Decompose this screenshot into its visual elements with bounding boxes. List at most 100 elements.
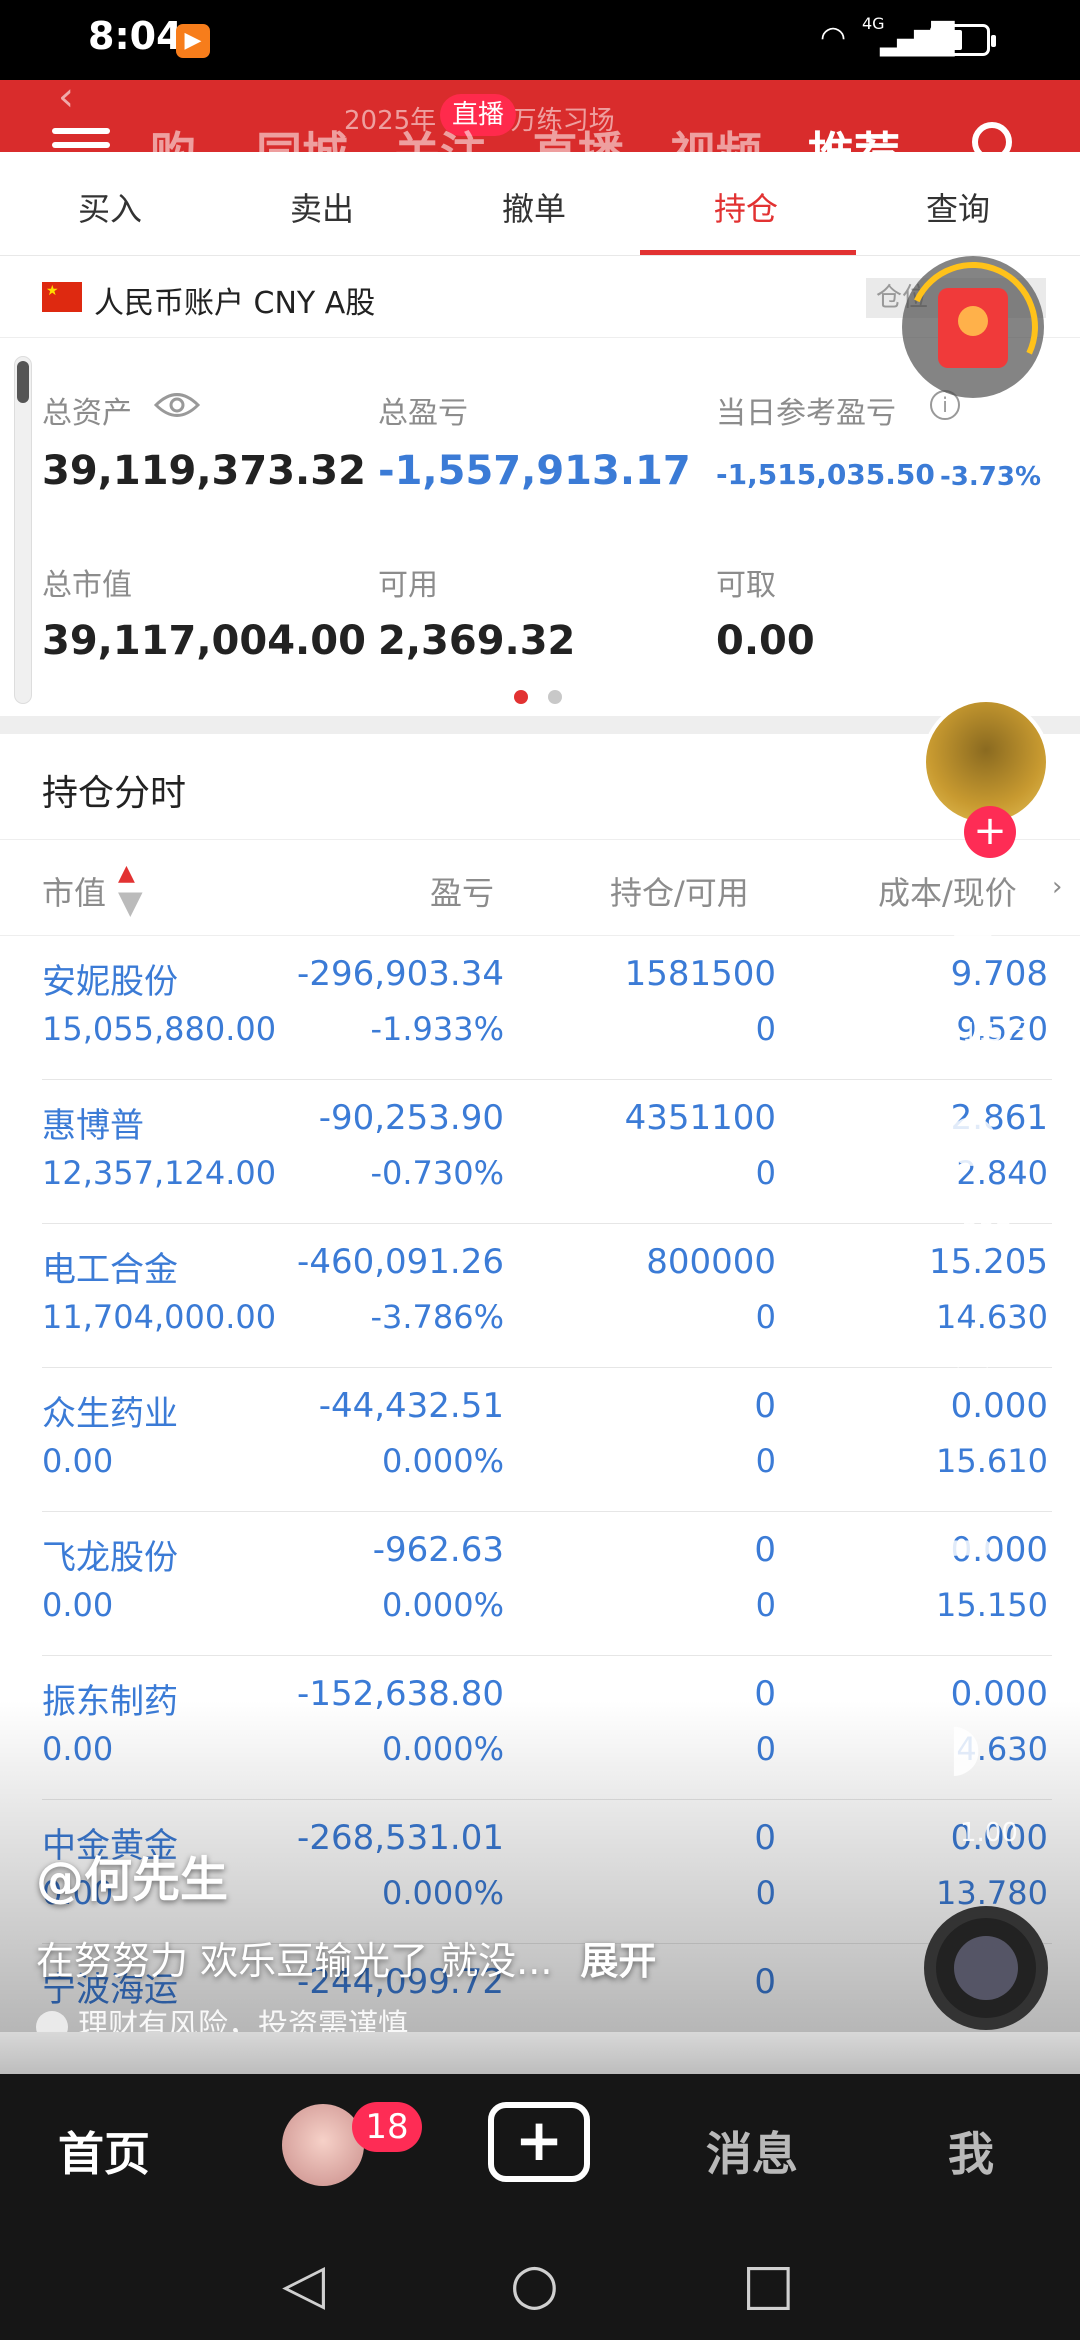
stock-market-value: 15,055,880.00 (42, 1010, 277, 1048)
total-pl-value: -1,557,913.17 (378, 448, 691, 494)
stock-market-value: 0.00 (42, 1442, 114, 1480)
stock-available: 0 (755, 1442, 776, 1480)
market-value-value: 39,117,004.00 (42, 618, 366, 664)
daily-pl-label: 当日参考盈亏 (716, 396, 896, 431)
stock-name: 安妮股份 (42, 962, 178, 1002)
account-label: 人民币账户 CNY A股 (94, 286, 376, 321)
favorite-count: 14 (972, 1420, 1006, 1450)
table-row[interactable]: 惠博普 12,357,124.00 -90,253.90 -0.730% 4351100… (0, 1080, 1080, 1224)
stock-market-value: 11,704,000.00 (42, 1298, 277, 1336)
tab-query[interactable]: 查询 (926, 184, 990, 230)
red-packet-widget[interactable] (889, 243, 1057, 411)
stock-holding: 4351100 (624, 1098, 776, 1138)
heart-icon[interactable]: ♥ (944, 900, 1001, 974)
description-text: 在努努力 欢乐豆输光了 就没... (36, 1939, 553, 1983)
stock-cost: 15.205 (929, 1242, 1048, 1282)
stock-available: 0 (755, 1010, 776, 1048)
tab-cancel[interactable]: 撤单 (502, 184, 566, 230)
stock-pl-percent: 0.000% (381, 1586, 504, 1624)
follow-plus-icon[interactable]: + (964, 806, 1016, 858)
total-assets-value: 39,119,373.32 (42, 448, 366, 494)
system-nav-bar: ◁ ○ □ (0, 2224, 1080, 2340)
stock-market-value: 12,357,124.00 (42, 1154, 277, 1192)
table-header: 市值 ▲ ▼ 盈亏 持仓/可用 成本/现价 › (0, 840, 1080, 936)
daily-pl-percent: -3.73% (940, 462, 1041, 492)
app-notification-icon: ▶ (176, 24, 210, 58)
available-label: 可用 (378, 568, 438, 603)
withdrawable-value: 0.00 (716, 618, 815, 664)
status-time: 8:04 (88, 14, 183, 58)
author-avatar[interactable]: + (922, 698, 1050, 858)
available-value: 2,369.32 (378, 618, 576, 664)
nav-home[interactable]: 首页 (58, 2118, 150, 2184)
stock-pl-percent: -3.786% (370, 1298, 504, 1336)
share-icon[interactable]: ➦ (944, 1510, 998, 1584)
share-count: 10 (972, 1618, 1006, 1648)
nav-me[interactable]: 我 (948, 2118, 994, 2184)
eye-icon[interactable] (154, 390, 200, 420)
stock-pl-percent: -0.730% (370, 1154, 504, 1192)
stock-pl-percent: 0.000% (381, 1442, 504, 1480)
friends-avatar[interactable] (282, 2104, 364, 2186)
recommend-count: 1.00 (960, 1818, 1018, 1848)
header-holding[interactable]: 持仓/可用 (610, 868, 749, 914)
stock-holding: 1581500 (624, 954, 776, 994)
back-icon[interactable]: ◁ (282, 2252, 325, 2317)
stock-holding: 0 (754, 1386, 776, 1426)
star-icon[interactable]: ★ (944, 1310, 1001, 1384)
page-dot-active[interactable] (514, 690, 528, 704)
tab-positions[interactable]: 持仓 (714, 184, 778, 230)
tab-active-indicator (640, 250, 856, 255)
daily-pl-value: -1,515,035.50 (716, 458, 935, 491)
comment-icon[interactable]: ● (944, 1100, 1000, 1174)
recents-icon[interactable]: □ (742, 2252, 795, 2317)
stock-market-value: 0.00 (42, 1586, 114, 1624)
scrollbar[interactable] (14, 356, 32, 704)
table-row[interactable]: 电工合金 11,704,000.00 -460,091.26 -3.786% 80000… (0, 1224, 1080, 1368)
tab-buy[interactable]: 买入 (78, 184, 142, 230)
stock-pl: -962.63 (372, 1530, 504, 1570)
stock-name: 飞龙股份 (42, 1538, 178, 1578)
red-envelope-icon (938, 288, 1008, 368)
stock-pl-percent: -1.933% (370, 1010, 504, 1048)
video-description: 在努努力 欢乐豆输光了 就没... 展开 (36, 1930, 656, 1985)
nav-messages[interactable]: 消息 (706, 2118, 798, 2184)
bottom-nav: 首页 18 + 消息 我 (0, 2074, 1080, 2224)
chevron-right-icon[interactable]: › (1052, 872, 1062, 902)
table-row[interactable]: 众生药业 0.00 -44,432.51 0.000% 0 0 0.000 15.610 (0, 1368, 1080, 1512)
trading-app-tabbar-peek (0, 2032, 1080, 2074)
stock-available: 0 (755, 1298, 776, 1336)
home-circle-icon[interactable]: ○ (510, 2252, 559, 2317)
stock-holding: 0 (754, 1530, 776, 1570)
recommend-icon[interactable]: ◗ (948, 1710, 982, 1784)
stock-name: 惠博普 (42, 1106, 144, 1146)
holdings-section-header: 持仓分时 (0, 734, 1080, 840)
stock-pl: -90,253.90 (318, 1098, 504, 1138)
header-market-value[interactable]: 市值 (42, 868, 106, 914)
comment-count: 237 (962, 1218, 1012, 1248)
sort-icon[interactable]: ▲ ▼ (118, 863, 143, 919)
wifi-icon: ◠ (820, 20, 847, 55)
trade-tabs: 买入 卖出 撤单 持仓 查询 (0, 152, 1080, 256)
video-author[interactable]: @何先生 (36, 1840, 228, 1910)
holdings-title: 持仓分时 (42, 773, 187, 814)
header-pl[interactable]: 盈亏 (430, 868, 494, 914)
stock-pl: -460,091.26 (297, 1242, 504, 1282)
page-dot[interactable] (548, 690, 562, 704)
stock-pl: -296,903.34 (297, 954, 504, 994)
china-flag-icon (42, 282, 82, 312)
status-bar: 8:04 ▶ ◠ 4G ▂▄▆█ (0, 0, 1080, 80)
add-button[interactable]: + (488, 2102, 590, 2182)
music-disc[interactable] (924, 1906, 1048, 2030)
stock-available: 0 (755, 1586, 776, 1624)
withdrawable-label: 可取 (716, 568, 776, 603)
like-count: 1.5万 (962, 1018, 1030, 1048)
battery-icon (930, 24, 996, 56)
market-value-label: 总市值 (42, 568, 132, 603)
total-pl-label: 总盈亏 (378, 396, 468, 431)
table-row[interactable]: 安妮股份 15,055,880.00 -296,903.34 -1.933% 15815… (0, 936, 1080, 1080)
stock-available: 0 (755, 1154, 776, 1192)
tab-sell[interactable]: 卖出 (290, 184, 354, 230)
expand-button[interactable]: 展开 (580, 1939, 656, 1983)
table-row[interactable]: 飞龙股份 0.00 -962.63 0.000% 0 0 0.000 15.150 (0, 1512, 1080, 1656)
